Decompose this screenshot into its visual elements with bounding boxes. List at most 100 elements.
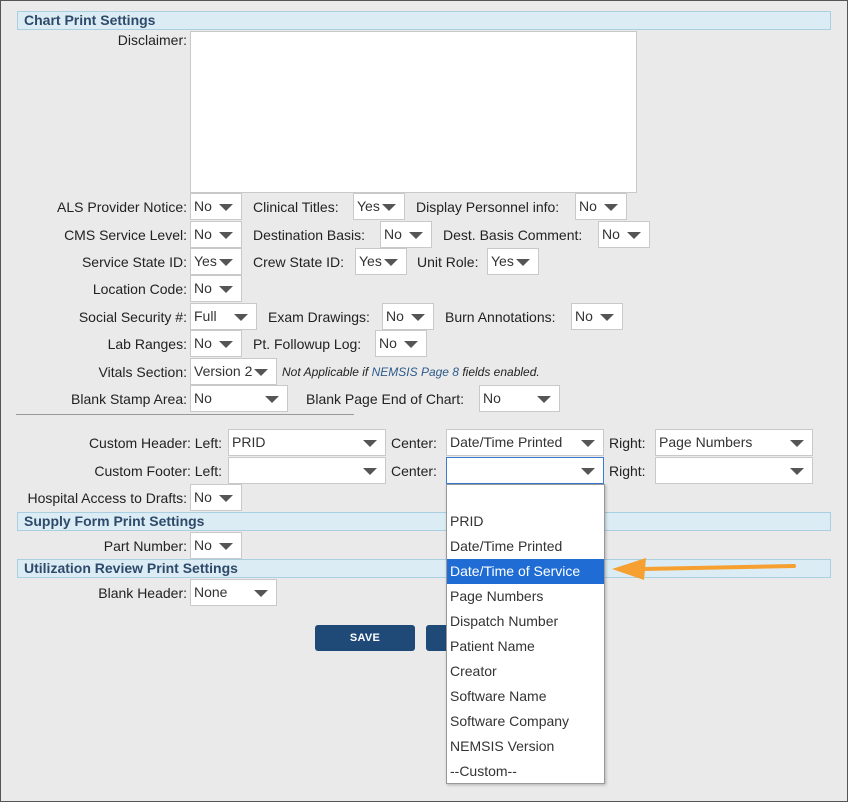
dropdown-option-blank[interactable] (447, 485, 604, 510)
lab-ranges-select[interactable]: No (190, 330, 242, 357)
custom-header-center-select[interactable]: Date/Time Printed (446, 429, 604, 456)
crew-state-id-select[interactable]: Yes (355, 248, 407, 275)
display-personnel-select[interactable]: No (575, 193, 627, 220)
nemsis-page-8-link[interactable]: NEMSIS Page 8 (372, 365, 459, 379)
clinical-titles-select[interactable]: Yes (353, 193, 405, 220)
part-number-select[interactable]: No (190, 532, 242, 559)
dropdown-option-creator[interactable]: Creator (447, 659, 604, 684)
exam-drawings-value: No (386, 308, 404, 324)
dropdown-option-nemsis-version[interactable]: NEMSIS Version (447, 734, 604, 759)
social-security-select[interactable]: Full (190, 303, 257, 330)
dropdown-option-date-time-printed[interactable]: Date/Time Printed (447, 534, 604, 559)
hospital-access-label: Hospital Access to Drafts: (27, 490, 187, 506)
blank-page-end-value: No (483, 390, 501, 406)
chevron-down-icon (516, 259, 530, 266)
als-provider-notice-value: No (194, 198, 212, 214)
chevron-down-icon (219, 232, 233, 239)
chevron-down-icon (409, 232, 423, 239)
blank-stamp-area-select[interactable]: No (190, 385, 288, 412)
disclaimer-textarea[interactable] (190, 31, 637, 193)
hospital-access-value: No (194, 489, 212, 505)
save-button[interactable]: SAVE (315, 625, 415, 651)
service-state-id-select[interactable]: Yes (190, 248, 242, 275)
custom-header-right-value: Page Numbers (659, 434, 753, 450)
part-number-label: Part Number: (103, 538, 187, 554)
chevron-down-icon (604, 204, 618, 211)
chevron-down-icon (600, 314, 614, 321)
cms-service-level-select[interactable]: No (190, 221, 242, 248)
blank-stamp-area-label: Blank Stamp Area: (71, 391, 187, 407)
annotation-arrow-icon (612, 558, 796, 580)
custom-footer-right-select[interactable] (655, 457, 813, 484)
custom-header-left-select[interactable]: PRID (228, 429, 386, 456)
chevron-down-icon (254, 369, 268, 376)
service-state-id-value: Yes (194, 253, 217, 269)
cms-service-level-value: No (194, 226, 212, 242)
chevron-down-icon (581, 468, 595, 475)
location-code-select[interactable]: No (190, 275, 242, 302)
dropdown-option-page-numbers[interactable]: Page Numbers (447, 584, 604, 609)
custom-header-center-value: Date/Time Printed (450, 434, 563, 450)
blank-header-select[interactable]: None (190, 579, 277, 606)
vitals-section-label: Vitals Section: (98, 364, 187, 380)
burn-annotations-value: No (575, 308, 593, 324)
vitals-note-text: Not Applicable if (282, 365, 372, 379)
dropdown-option-custom[interactable]: --Custom-- (447, 759, 604, 784)
chevron-down-icon (219, 341, 233, 348)
destination-basis-label: Destination Basis: (253, 227, 366, 243)
pt-followup-log-select[interactable]: No (375, 330, 427, 357)
vitals-section-value: Version 2 (194, 363, 253, 379)
divider (16, 414, 354, 415)
chevron-down-icon (219, 286, 233, 293)
crew-state-id-value: Yes (359, 253, 382, 269)
chevron-down-icon (790, 468, 804, 475)
hospital-access-select[interactable]: No (190, 484, 242, 511)
custom-footer-left-select[interactable] (228, 457, 386, 484)
destination-basis-select[interactable]: No (380, 221, 432, 248)
custom-footer-center-select[interactable] (446, 457, 604, 484)
lab-ranges-label: Lab Ranges: (107, 336, 187, 352)
custom-footer-label: Custom Footer: Left: (94, 463, 222, 479)
chevron-down-icon (219, 204, 233, 211)
blank-header-label: Blank Header: (98, 585, 187, 601)
dropdown-option-dispatch-number[interactable]: Dispatch Number (447, 609, 604, 634)
disclaimer-label: Disclaimer: (117, 32, 187, 48)
burn-annotations-select[interactable]: No (571, 303, 623, 330)
pt-followup-log-value: No (379, 335, 397, 351)
clinical-titles-value: Yes (357, 198, 380, 214)
blank-page-end-label: Blank Page End of Chart: (306, 391, 464, 407)
header-center-label: Center: (391, 435, 437, 451)
chevron-down-icon (411, 314, 425, 321)
unit-role-label: Unit Role: (417, 254, 479, 270)
blank-stamp-area-value: No (194, 390, 212, 406)
dest-basis-comment-select[interactable]: No (598, 221, 650, 248)
unit-role-select[interactable]: Yes (487, 248, 539, 275)
header-right-label: Right: (609, 435, 646, 451)
dropdown-option-software-name[interactable]: Software Name (447, 684, 604, 709)
footer-center-label: Center: (391, 463, 437, 479)
chevron-down-icon (790, 440, 804, 447)
exam-drawings-select[interactable]: No (382, 303, 434, 330)
custom-header-right-select[interactable]: Page Numbers (655, 429, 813, 456)
cms-service-level-label: CMS Service Level: (64, 227, 187, 243)
crew-state-id-label: Crew State ID: (253, 254, 345, 270)
dropdown-option-date-time-of-service[interactable]: Date/Time of Service (447, 559, 604, 584)
chevron-down-icon (581, 440, 595, 447)
blank-page-end-select[interactable]: No (479, 385, 560, 412)
lab-ranges-value: No (194, 335, 212, 351)
als-provider-notice-select[interactable]: No (190, 193, 242, 220)
chevron-down-icon (234, 314, 248, 321)
als-provider-notice-label: ALS Provider Notice: (57, 199, 187, 215)
dropdown-option-patient-name[interactable]: Patient Name (447, 634, 604, 659)
dropdown-option-prid[interactable]: PRID (447, 509, 604, 534)
vitals-note-text-end: fields enabled. (458, 365, 540, 379)
social-security-value: Full (194, 308, 217, 324)
vitals-note: Not Applicable if NEMSIS Page 8 fields e… (282, 365, 540, 379)
chevron-down-icon (404, 341, 418, 348)
chart-print-settings-header: Chart Print Settings (17, 11, 831, 30)
burn-annotations-label: Burn Annotations: (445, 309, 556, 325)
chevron-down-icon (363, 440, 377, 447)
dropdown-option-software-company[interactable]: Software Company (447, 709, 604, 734)
chevron-down-icon (254, 590, 268, 597)
vitals-section-select[interactable]: Version 2 (190, 358, 277, 385)
